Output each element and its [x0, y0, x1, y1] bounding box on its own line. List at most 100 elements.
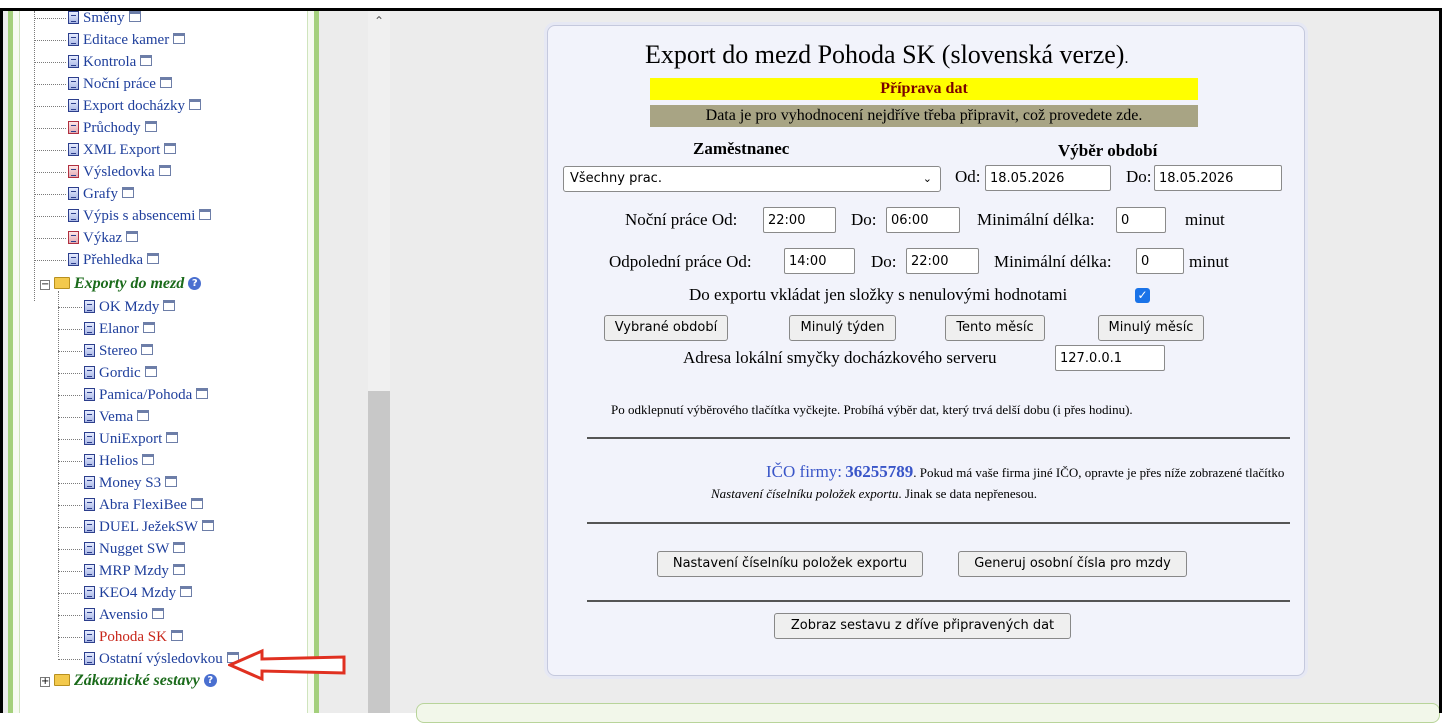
open-window-icon[interactable]: [142, 322, 155, 333]
this-month-button[interactable]: Tento měsíc: [945, 315, 1045, 341]
tree-item[interactable]: Export docházky: [34, 95, 202, 117]
tree-item-label: Nugget SW: [99, 541, 170, 557]
document-icon: [68, 121, 79, 134]
help-icon[interactable]: ?: [203, 674, 217, 687]
tree-item-label: Editace kamer: [83, 32, 170, 48]
tree-folder-zakaznicke[interactable]: + Zákaznické sestavy?: [40, 670, 217, 692]
night-work-label: Noční práce Od:: [625, 210, 738, 229]
open-window-icon[interactable]: [158, 165, 171, 176]
open-window-icon[interactable]: [173, 542, 186, 553]
date-from-input[interactable]: [985, 165, 1111, 191]
afternoon-min-length-input[interactable]: [1136, 248, 1184, 274]
open-window-icon[interactable]: [180, 586, 193, 597]
tree-item[interactable]: Výkaz: [34, 227, 139, 249]
open-window-icon[interactable]: [151, 608, 164, 619]
generate-numbers-button[interactable]: Generuj osobní čísla pro mzdy: [958, 551, 1187, 577]
afternoon-from-input[interactable]: [784, 248, 855, 274]
help-icon[interactable]: ?: [188, 277, 202, 290]
tree-connector: [58, 483, 82, 484]
expand-icon[interactable]: +: [40, 677, 50, 687]
tree-item[interactable]: Výsledovka: [34, 161, 171, 183]
scroll-up-arrow-icon[interactable]: ⌃: [368, 11, 390, 31]
open-window-icon[interactable]: [142, 454, 155, 465]
open-window-icon[interactable]: [190, 498, 203, 509]
open-window-icon[interactable]: [144, 121, 157, 132]
tree-item[interactable]: Gordic: [58, 362, 157, 384]
tree-item[interactable]: XML Export: [34, 139, 177, 161]
scroll-thumb[interactable]: [368, 391, 390, 713]
tree-scrollbar[interactable]: ⌃: [368, 11, 390, 713]
tree-item[interactable]: Výpis s absencemi: [34, 205, 212, 227]
night-to-input[interactable]: [886, 207, 960, 233]
open-window-icon[interactable]: [202, 520, 214, 531]
show-report-button[interactable]: Zobraz sestavu z dříve připravených dat: [774, 613, 1071, 639]
open-window-icon[interactable]: [173, 33, 186, 44]
tree-item[interactable]: Přehledka: [34, 249, 159, 271]
tree-item[interactable]: Nugget SW: [58, 538, 186, 560]
tree-item-content: Grafy: [68, 186, 134, 202]
tree-item-label: KEO4 Mzdy: [99, 585, 177, 601]
date-to-input[interactable]: [1154, 165, 1282, 191]
last-week-button[interactable]: Minulý týden: [789, 315, 896, 341]
open-window-icon[interactable]: [159, 77, 172, 88]
tree-item-content: Noční práce: [68, 76, 172, 92]
tree-item[interactable]: Kontrola: [34, 51, 153, 73]
last-month-button[interactable]: Minulý měsíc: [1098, 315, 1204, 341]
open-window-icon[interactable]: [137, 410, 150, 421]
tree-item[interactable]: DUEL JežekSW: [58, 516, 214, 538]
night-min-length-input[interactable]: [1116, 207, 1166, 233]
open-window-icon[interactable]: [121, 187, 134, 198]
tree-item[interactable]: Editace kamer: [34, 29, 186, 51]
tree-connector: [34, 128, 66, 129]
export-settings-button[interactable]: Nastavení číselníku položek exportu: [657, 551, 923, 577]
tree-item-label: DUEL JežekSW: [99, 519, 198, 535]
open-window-icon[interactable]: [170, 630, 183, 641]
tree-item[interactable]: Ostatní výsledovkou: [58, 648, 239, 670]
tree-item[interactable]: Průchody: [34, 117, 157, 139]
afternoon-to-input[interactable]: [906, 248, 979, 274]
tree-folder-exporty[interactable]: − Exporty do mezd?: [40, 273, 202, 295]
loopback-input[interactable]: [1055, 345, 1165, 371]
open-window-icon[interactable]: [140, 55, 153, 66]
tree-item[interactable]: UniExport: [58, 428, 179, 450]
tree-item[interactable]: MRP Mzdy: [58, 560, 185, 582]
tree-item[interactable]: Helios: [58, 450, 155, 472]
open-window-icon[interactable]: [163, 300, 176, 311]
tree-item[interactable]: Money S3: [58, 472, 178, 494]
open-window-icon[interactable]: [141, 344, 154, 355]
night-from-input[interactable]: [763, 207, 836, 233]
open-window-icon[interactable]: [196, 388, 209, 399]
tree-item-label: Přehledka: [83, 252, 143, 268]
open-window-icon[interactable]: [166, 432, 179, 443]
open-window-icon[interactable]: [199, 209, 212, 220]
tree-item[interactable]: Vema: [58, 406, 150, 428]
open-window-icon[interactable]: [165, 476, 178, 487]
open-window-icon[interactable]: [144, 366, 157, 377]
tree-item[interactable]: Elanor: [58, 318, 155, 340]
tree-item[interactable]: Grafy: [34, 183, 134, 205]
tree-connector: [58, 439, 82, 440]
open-window-icon[interactable]: [126, 231, 139, 242]
open-window-icon[interactable]: [146, 253, 159, 264]
tree-item[interactable]: KEO4 Mzdy: [58, 582, 193, 604]
tree-item[interactable]: Stereo: [58, 340, 154, 362]
tree-item-content: Nugget SW: [84, 541, 186, 557]
divider-2: [587, 522, 1290, 524]
tree-item[interactable]: Abra FlexiBee: [58, 494, 203, 516]
tree-item[interactable]: Avensio: [58, 604, 164, 626]
open-window-icon[interactable]: [164, 143, 177, 154]
collapse-icon[interactable]: −: [40, 280, 50, 290]
open-window-icon[interactable]: [172, 564, 185, 575]
tree-item[interactable]: Noční práce: [34, 73, 172, 95]
tree-item-content: Pamica/Pohoda: [84, 387, 209, 403]
tree-item[interactable]: OK Mzdy: [58, 296, 176, 318]
employee-select[interactable]: Všechny prac. ⌄: [563, 166, 941, 192]
open-window-icon[interactable]: [128, 11, 141, 22]
nonzero-checkbox[interactable]: ✓: [1135, 288, 1150, 303]
open-window-icon[interactable]: [189, 99, 202, 110]
selected-period-button[interactable]: Vybrané období: [604, 315, 728, 341]
tree-item-content: Průchody: [68, 120, 157, 136]
tree-item[interactable]: Pamica/Pohoda: [58, 384, 209, 406]
tree-item-selected[interactable]: Pohoda SK: [58, 626, 183, 648]
tree-item-content: Ostatní výsledovkou: [84, 651, 239, 667]
